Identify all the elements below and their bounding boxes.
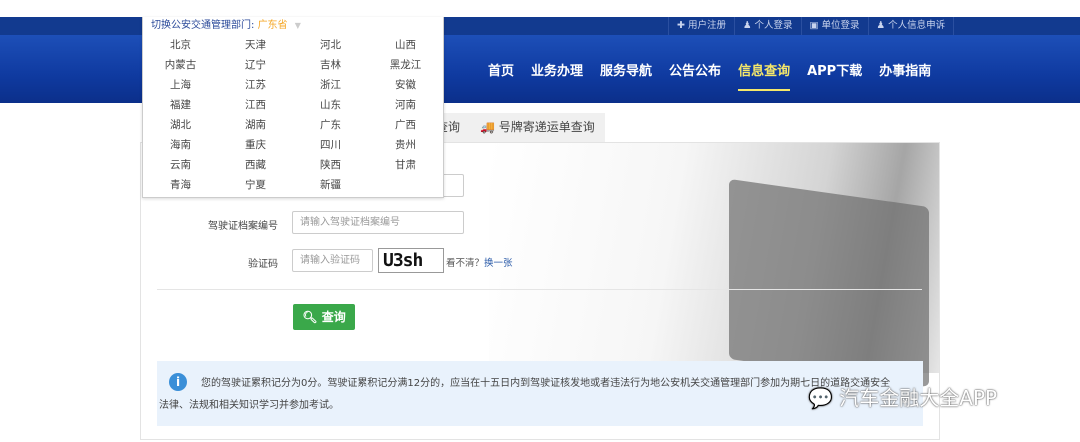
- caret-down-icon: ▼: [294, 21, 301, 30]
- file-number-input[interactable]: 请输入驾驶证档案编号: [292, 211, 464, 234]
- nav-item[interactable]: 信息查询: [738, 60, 791, 91]
- top-links: ✚ 用户注册 ♟ 个人登录 ▣ 单位登录 ♟ 个人信息申诉: [668, 17, 955, 35]
- province-option[interactable]: 甘肃: [368, 155, 443, 175]
- province-option[interactable]: 陕西: [293, 155, 368, 175]
- province-option[interactable]: 吉林: [293, 55, 368, 75]
- nav-item[interactable]: APP下载: [807, 60, 862, 79]
- nav-item[interactable]: 首页: [488, 60, 514, 79]
- province-option[interactable]: 贵州: [368, 135, 443, 155]
- search-icon: 🔍︎: [302, 310, 318, 324]
- appeal-link[interactable]: ♟ 个人信息申诉: [867, 17, 955, 35]
- dept-switch-label: 切换公安交通管理部门:: [151, 20, 255, 31]
- province-option[interactable]: 西藏: [218, 155, 293, 175]
- register-link[interactable]: ✚ 用户注册: [668, 17, 734, 35]
- query-button[interactable]: 🔍︎ 查询: [293, 304, 355, 330]
- province-option[interactable]: 四川: [293, 135, 368, 155]
- province-option[interactable]: 重庆: [218, 135, 293, 155]
- wechat-icon: 💬: [808, 386, 833, 410]
- captcha-input[interactable]: 请输入验证码: [292, 249, 373, 272]
- province-option[interactable]: 山东: [293, 95, 368, 115]
- province-option[interactable]: 广东: [293, 115, 368, 135]
- province-option[interactable]: 辽宁: [218, 55, 293, 75]
- watermark: 💬 汽车金融大全APP: [808, 382, 997, 411]
- province-option[interactable]: 海南: [143, 135, 218, 155]
- province-option[interactable]: 青海: [143, 175, 218, 195]
- dept-switch-header[interactable]: 切换公安交通管理部门: 广东省 ▼: [143, 17, 443, 35]
- current-dept: 广东省: [257, 20, 288, 31]
- company-login-link[interactable]: ▣ 单位登录: [800, 17, 868, 35]
- province-option[interactable]: 湖南: [218, 115, 293, 135]
- info-line-2: 法律、法规和相关知识学习并参加考试。: [159, 400, 339, 411]
- query-button-label: 查询: [321, 310, 346, 324]
- nav-item[interactable]: 办事指南: [879, 60, 931, 79]
- unclear-text: 看不清？: [446, 258, 485, 269]
- nav-item[interactable]: 服务导航: [600, 60, 652, 79]
- province-option[interactable]: 新疆: [293, 175, 368, 195]
- province-option[interactable]: 山西: [368, 35, 443, 55]
- province-option[interactable]: 黑龙江: [368, 55, 443, 75]
- province-option[interactable]: 上海: [143, 75, 218, 95]
- info-icon: i: [169, 373, 187, 391]
- watermark-text: 汽车金融大全APP: [839, 386, 998, 410]
- province-option[interactable]: 广西: [368, 115, 443, 135]
- province-option[interactable]: 内蒙古: [143, 55, 218, 75]
- main-nav: 首页 业务办理 服务导航 公告公布 信息查询 APP下载 办事指南: [488, 35, 931, 103]
- refresh-captcha-link[interactable]: 换一张: [484, 258, 513, 269]
- province-option[interactable]: 河北: [293, 35, 368, 55]
- tab-plate-delivery[interactable]: 🚚 号牌寄递运单查询: [470, 113, 605, 142]
- province-option[interactable]: 湖北: [143, 115, 218, 135]
- captcha-label: 验证码: [248, 259, 278, 270]
- license-wallet-image: [729, 178, 929, 388]
- province-option[interactable]: 浙江: [293, 75, 368, 95]
- nav-item[interactable]: 公告公布: [669, 60, 721, 79]
- province-grid: 北京 天津 河北 山西内蒙古 辽宁 吉林 黑龙江上海 江苏 浙江 安徽福建 江西 山东 河南湖北 湖南 广东…: [143, 35, 443, 195]
- nav-item[interactable]: 业务办理: [531, 60, 583, 79]
- province-option[interactable]: 宁夏: [218, 175, 293, 195]
- tab-label: 号牌寄递运单查询: [498, 120, 595, 134]
- province-option[interactable]: 北京: [143, 35, 218, 55]
- province-option[interactable]: 河南: [368, 95, 443, 115]
- dept-switch-dropdown: 切换公安交通管理部门: 广东省 ▼ 北京 天津 河北 山西内蒙古 辽宁 吉林 黑龙江上海 江苏…: [142, 17, 444, 198]
- truck-icon: 🚚: [480, 120, 495, 134]
- province-option[interactable]: 安徽: [368, 75, 443, 95]
- province-option[interactable]: 江西: [218, 95, 293, 115]
- captcha-image[interactable]: U3sh: [378, 248, 444, 273]
- province-option[interactable]: 江苏: [218, 75, 293, 95]
- personal-login-link[interactable]: ♟ 个人登录: [733, 17, 801, 35]
- file-number-label: 驾驶证档案编号: [208, 221, 278, 232]
- province-option[interactable]: 云南: [143, 155, 218, 175]
- province-option[interactable]: 天津: [218, 35, 293, 55]
- captcha-hint: 看不清？换一张: [446, 255, 513, 269]
- info-line-1: 您的驾驶证累积记分为0分。驾驶证累积记分满12分的，应当在十五日内到驾驶证核发地…: [201, 378, 891, 389]
- divider: [157, 289, 922, 290]
- province-option[interactable]: 福建: [143, 95, 218, 115]
